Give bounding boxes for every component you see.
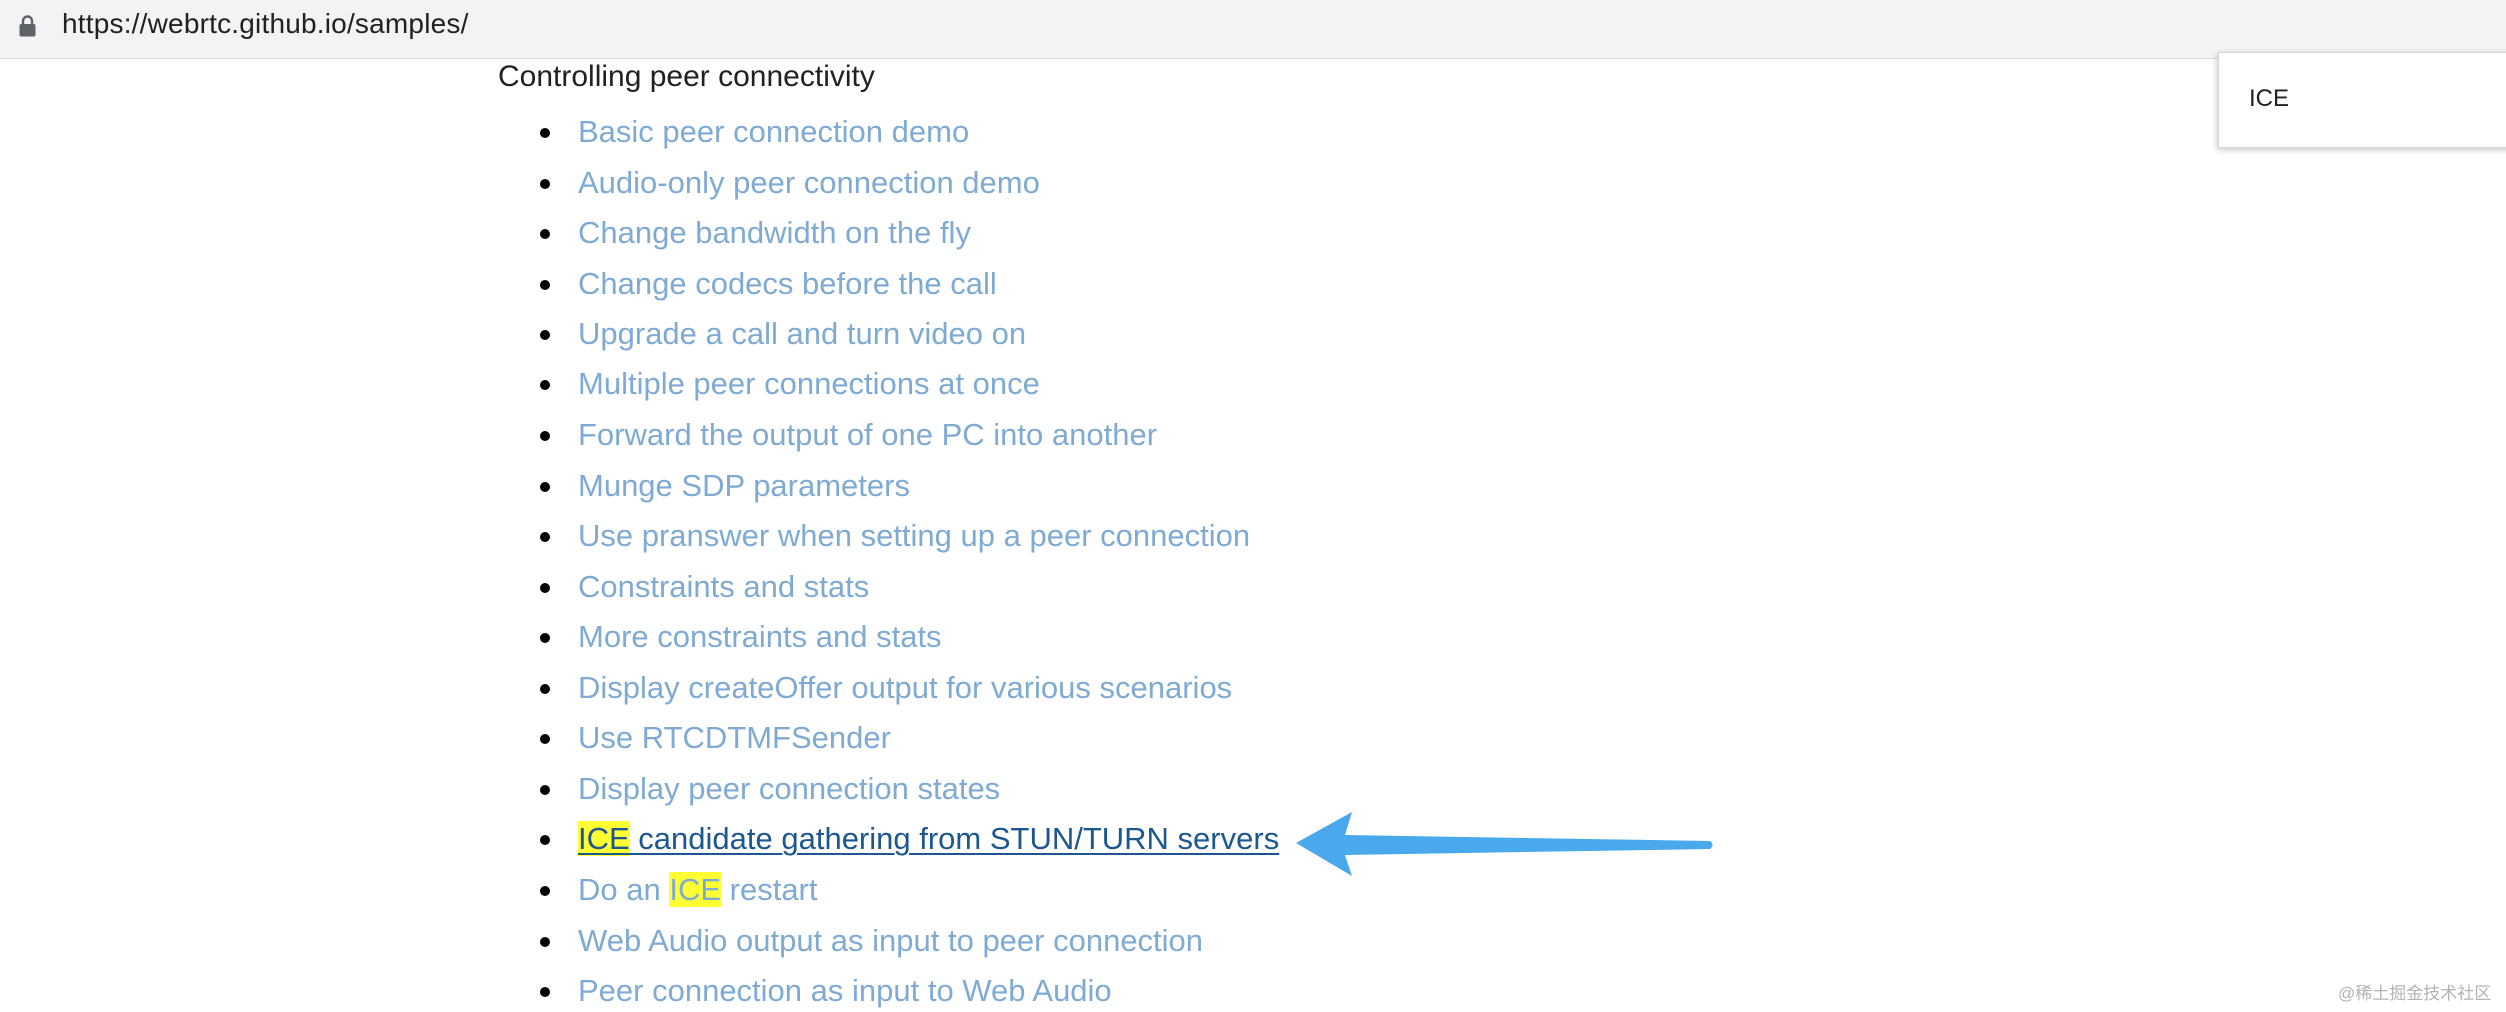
sample-link-peer-connection-web-audio[interactable]: Peer connection as input to Web Audio [578, 971, 1112, 1011]
sample-link-basic-peer-connection[interactable]: Basic peer connection demo [578, 112, 969, 152]
bullet [540, 734, 550, 744]
sample-link-ice-candidate-gathering[interactable]: ICE candidate gathering from STUN/TURN s… [578, 819, 1279, 859]
watermark: @稀土掘金技术社区 [2338, 984, 2492, 1003]
bullet [540, 229, 550, 239]
sample-link-audio-only[interactable]: Audio-only peer connection demo [578, 163, 1040, 203]
bullet [540, 684, 550, 694]
bullet [540, 380, 550, 390]
bullet [540, 330, 550, 340]
sample-link-create-offer[interactable]: Display createOffer output for various s… [578, 668, 1232, 708]
bullet [540, 532, 550, 542]
sample-link-constraints-stats[interactable]: Constraints and stats [578, 567, 869, 607]
find-bar[interactable]: ICE [2218, 52, 2506, 148]
sample-link-multiple-peer-connections[interactable]: Multiple peer connections at once [578, 364, 1040, 404]
arrow-left-icon [1296, 812, 1713, 876]
sample-link-label: restart [721, 872, 818, 907]
sample-link-label: Do an [578, 872, 670, 907]
bullet [540, 633, 550, 643]
bullet [540, 886, 550, 896]
sample-link-upgrade-call[interactable]: Upgrade a call and turn video on [578, 314, 1026, 354]
search-highlight: ICE [669, 872, 722, 907]
bullet [540, 835, 550, 845]
section-heading: Controlling peer connectivity [498, 60, 875, 93]
bullet [540, 431, 550, 441]
sample-link-label: candidate gathering from STUN/TURN serve… [629, 821, 1280, 856]
url-text[interactable]: https://webrtc.github.io/samples/ [62, 6, 469, 42]
bullet [540, 179, 550, 189]
sample-link-forward-output[interactable]: Forward the output of one PC into anothe… [578, 415, 1157, 455]
sample-link-rtcdtmfsender[interactable]: Use RTCDTMFSender [578, 718, 891, 758]
bullet [540, 785, 550, 795]
sample-link-peer-connection-states[interactable]: Display peer connection states [578, 769, 1000, 809]
sample-link-change-codecs[interactable]: Change codecs before the call [578, 264, 997, 304]
lock-icon[interactable] [19, 15, 36, 37]
bullet [540, 128, 550, 138]
address-bar[interactable]: https://webrtc.github.io/samples/ [0, 0, 2506, 59]
sample-link-more-constraints-stats[interactable]: More constraints and stats [578, 617, 942, 657]
bullet [540, 987, 550, 997]
bullet [540, 937, 550, 947]
bullet [540, 482, 550, 492]
sample-link-web-audio-output[interactable]: Web Audio output as input to peer connec… [578, 921, 1203, 961]
find-input[interactable]: ICE [2249, 83, 2289, 115]
sample-link-change-bandwidth[interactable]: Change bandwidth on the fly [578, 213, 971, 253]
sample-link-munge-sdp[interactable]: Munge SDP parameters [578, 466, 910, 506]
sample-link-pranswer[interactable]: Use pranswer when setting up a peer conn… [578, 516, 1250, 556]
bullet [540, 280, 550, 290]
bullet [540, 583, 550, 593]
search-highlight: ICE [578, 821, 630, 856]
sample-link-ice-restart[interactable]: Do an ICE restart [578, 870, 818, 910]
